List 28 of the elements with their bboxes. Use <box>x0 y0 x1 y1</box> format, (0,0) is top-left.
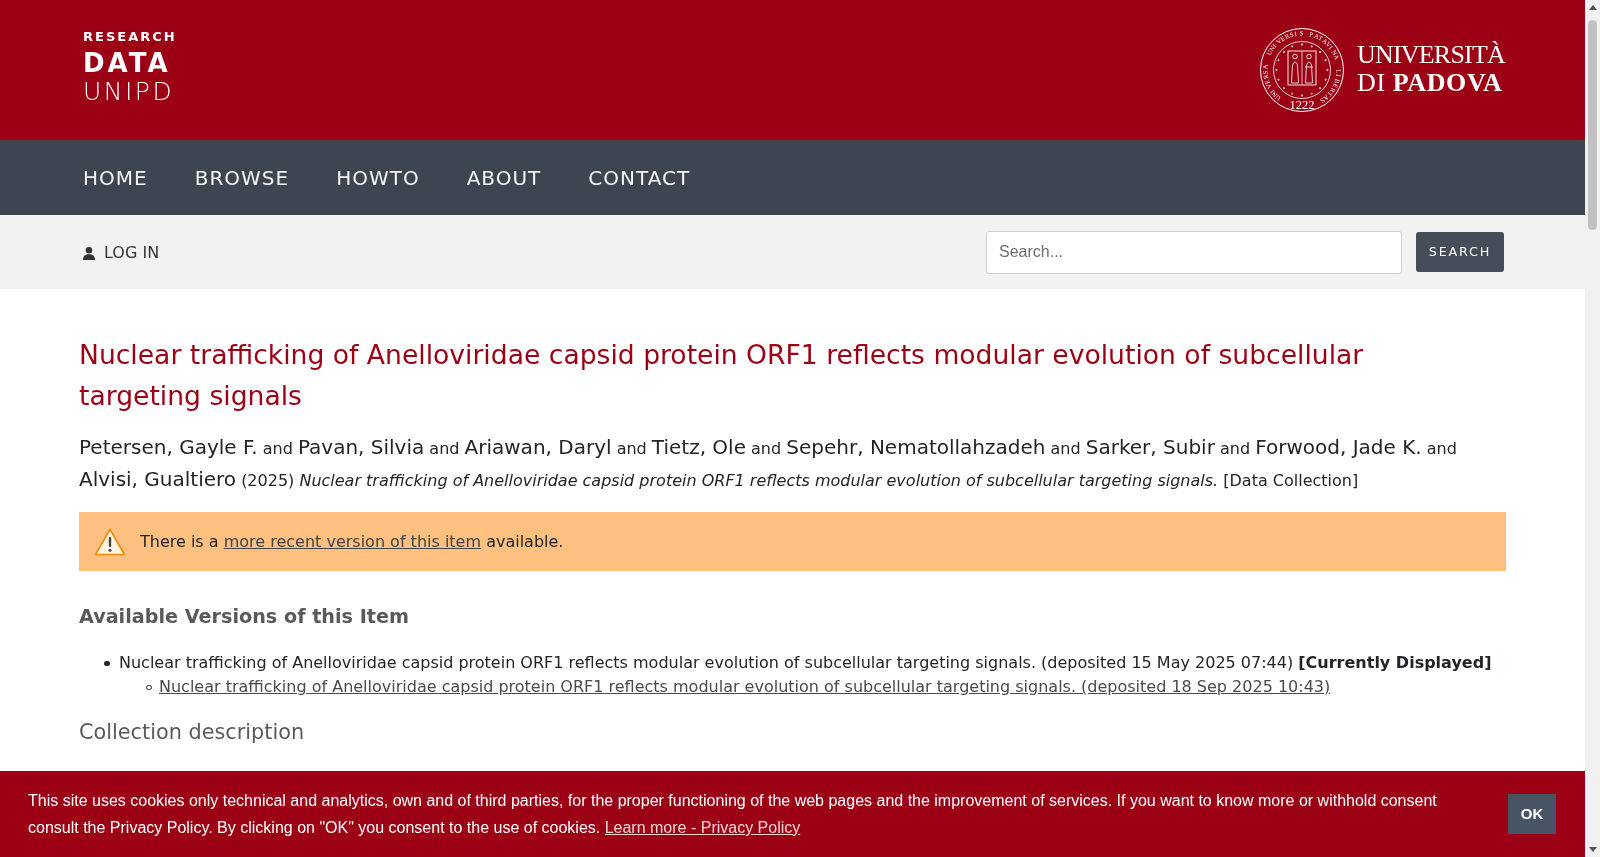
version-link[interactable]: Nuclear trafficking of Anelloviridae capsid protein ORF1 reflects modular evolution of subcellular targeting signals. (deposited 18 Sep 2025 10:43) <box>159 677 1331 696</box>
bullet-icon <box>104 660 110 666</box>
scroll-down-icon[interactable] <box>1588 847 1597 852</box>
version-text: Nuclear trafficking of Anelloviridae capsid protein ORF1 reflects modular evolution of subcellular targeting signals. (deposited 15 May 2025 07:44) [Currently Displayed] <box>119 653 1492 672</box>
privacy-policy-link[interactable]: Learn more - Privacy Policy <box>604 819 801 836</box>
research-data-logo[interactable]: RESEARCH DATA UNIPD <box>83 29 177 106</box>
recent-version-link[interactable]: more recent version of this item <box>223 531 482 551</box>
warning-icon <box>94 527 126 556</box>
search-field[interactable]: Search... <box>986 230 1402 274</box>
nav-link[interactable]: HOME <box>83 165 148 190</box>
cookie-notice-text: This site uses cookies only technical and analytics, own and of third parties, for the proper functioning of the web pages and the improvement of services. If you want to know more or withhold consent consult the Privacy Policy. By clicking on "OK" you consent to the use of cookies. Learn more - Privacy Policy <box>28 791 1438 838</box>
versions-heading: Available Versions of this Item <box>79 605 410 629</box>
section-heading: Collection description <box>79 719 306 745</box>
nav-link[interactable]: ABOUT <box>466 165 542 190</box>
nav-link[interactable]: CONTACT <box>588 165 691 190</box>
item-title: Nuclear trafficking of Anelloviridae capsid protein ORF1 reflects modular evolution of subcellular targeting signals <box>79 338 1365 413</box>
notice-text: There is a more recent version of this item available. <box>140 530 564 553</box>
nav-link[interactable]: BROWSE <box>194 165 290 190</box>
search-button[interactable]: SEARCH <box>1416 232 1504 272</box>
login-link[interactable]: LOG IN <box>83 243 160 263</box>
citation-text: Petersen, Gayle F. and Pavan, Silvia and Ariawan, Daryl and Tietz, Ole and Sepehr, Nematollahzadeh and Sarker, Subir and Forwood, Jade K. and Alvisi, Gualtiero (2025) Nuclear trafficking of Anelloviridae capsid protein ORF1 reflects modular evolution of subcellular targeting signals. [Data Collection] <box>79 434 1458 493</box>
nav-link[interactable]: HOWTO <box>336 165 420 190</box>
ok-button[interactable]: OK <box>1508 794 1556 834</box>
scrollbar-thumb[interactable] <box>1588 20 1597 230</box>
scroll-up-icon[interactable] <box>1588 5 1597 10</box>
seal-year: 1222 <box>1289 97 1315 112</box>
user-icon <box>83 246 95 260</box>
university-wordmark[interactable]: UNIVERSITÀ DI PADOVA <box>1357 41 1505 97</box>
